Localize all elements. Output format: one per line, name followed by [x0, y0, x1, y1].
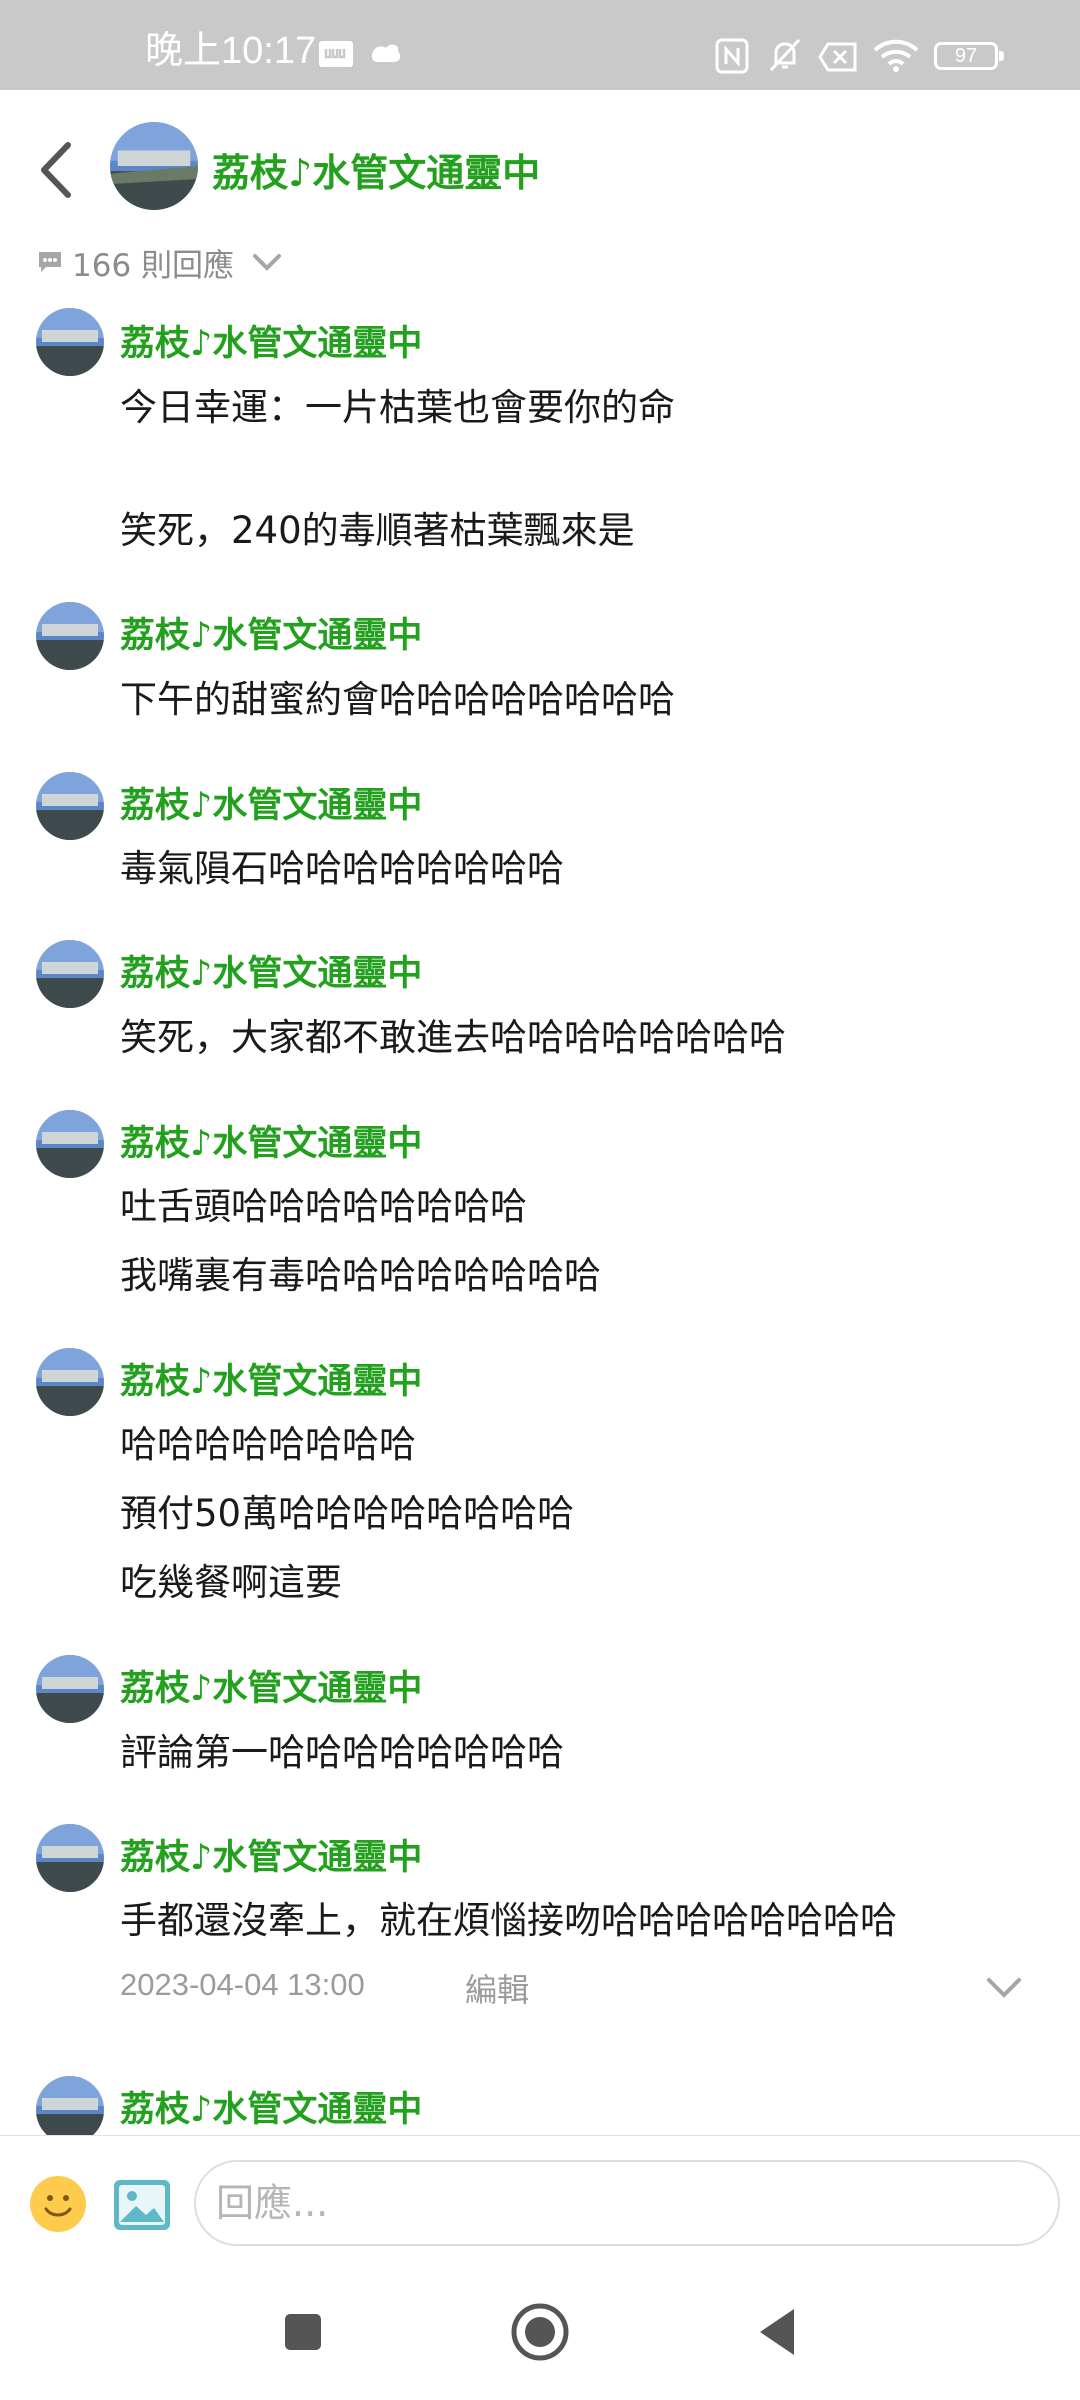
avatar-photo	[36, 1348, 104, 1416]
status-time: 晚上10:17	[145, 30, 317, 72]
edit-button[interactable]: 編輯	[465, 1965, 529, 2011]
avatar[interactable]	[36, 1824, 104, 1892]
message-author[interactable]: 荔枝♪水管文通靈中	[120, 1360, 422, 1404]
reply-count-label: 166 則回應	[72, 247, 235, 284]
message-text: 下午的甜蜜約會哈哈哈哈哈哈哈哈	[120, 678, 675, 721]
reply-count-toggle[interactable]: 166 則回應	[36, 240, 282, 284]
chevron-down-icon[interactable]	[985, 1976, 1023, 2000]
nfc-icon	[715, 38, 749, 74]
avatar[interactable]	[36, 772, 104, 840]
battery-indicator: 97	[934, 42, 1004, 70]
message-text: 評論第一哈哈哈哈哈哈哈哈	[120, 1731, 564, 1774]
message-text: 吃幾餐啊這要	[120, 1561, 342, 1604]
avatar-photo	[36, 308, 104, 376]
avatar[interactable]	[110, 122, 198, 210]
avatar-photo	[36, 1655, 104, 1723]
avatar[interactable]	[36, 1348, 104, 1416]
smiley-icon	[44, 2195, 72, 2217]
avatar[interactable]	[36, 1110, 104, 1178]
avatar[interactable]	[36, 1655, 104, 1723]
message-author[interactable]: 荔枝♪水管文通靈中	[120, 1836, 422, 1880]
wifi-icon	[873, 39, 919, 72]
message-author[interactable]: 荔枝♪水管文通靈中	[120, 952, 422, 996]
message-text: 笑死，大家都不敢進去哈哈哈哈哈哈哈哈	[120, 1016, 786, 1059]
cloud-bird-icon	[372, 44, 401, 62]
notification-app-icon	[319, 41, 353, 67]
reply-bar	[0, 2135, 1080, 2266]
message-text: 預付50萬哈哈哈哈哈哈哈哈	[120, 1492, 575, 1535]
message-text: 手都還沒牽上，就在煩惱接吻哈哈哈哈哈哈哈哈	[120, 1899, 897, 1942]
message-text: 笑死，240的毒順著枯葉飄來是	[120, 509, 635, 552]
avatar[interactable]	[36, 308, 104, 376]
message-text: 我嘴裏有毒哈哈哈哈哈哈哈哈	[120, 1254, 601, 1297]
recent-apps-button[interactable]	[268, 2297, 338, 2367]
no-sim-icon	[818, 42, 857, 72]
message-author[interactable]: 荔枝♪水管文通靈中	[120, 614, 422, 658]
message-text: 毒氣隕石哈哈哈哈哈哈哈哈	[120, 847, 564, 890]
message-author[interactable]: 荔枝♪水管文通靈中	[120, 1667, 422, 1711]
avatar-photo	[36, 602, 104, 670]
comment-bubble-icon	[39, 252, 61, 272]
message-timestamp: 2023-04-04 13:00	[120, 1967, 365, 2002]
message-author[interactable]: 荔枝♪水管文通靈中	[120, 322, 422, 366]
message-author[interactable]: 荔枝♪水管文通靈中	[120, 1122, 422, 1166]
avatar[interactable]	[36, 940, 104, 1008]
chevron-down-icon	[253, 254, 282, 271]
avatar-photo	[110, 122, 198, 210]
avatar-photo	[36, 1824, 104, 1892]
page-title: 荔枝♪水管文通靈中	[212, 151, 541, 195]
back-nav-button[interactable]	[742, 2297, 812, 2367]
emoji-button[interactable]	[30, 2176, 86, 2232]
home-button[interactable]	[505, 2297, 575, 2367]
avatar-photo	[36, 940, 104, 1008]
status-bar: 晚上10:17 97	[0, 0, 1080, 90]
avatar[interactable]	[36, 602, 104, 670]
message-author[interactable]: 荔枝♪水管文通靈中	[120, 2088, 422, 2132]
image-button[interactable]	[112, 2178, 172, 2232]
message-text: 今日幸運：一片枯葉也會要你的命	[120, 386, 675, 429]
system-nav-bar	[0, 2265, 1080, 2400]
avatar-photo	[36, 2076, 104, 2144]
avatar-photo	[36, 1110, 104, 1178]
message-text: 哈哈哈哈哈哈哈哈	[120, 1423, 416, 1466]
chat-header: 荔枝♪水管文通靈中	[0, 90, 1080, 240]
avatar[interactable]	[36, 2076, 104, 2144]
reply-input[interactable]	[194, 2160, 1060, 2246]
mute-icon	[769, 38, 801, 72]
back-button[interactable]	[30, 135, 85, 205]
avatar-photo	[36, 772, 104, 840]
message-author[interactable]: 荔枝♪水管文通靈中	[120, 784, 422, 828]
message-text: 吐舌頭哈哈哈哈哈哈哈哈	[120, 1185, 527, 1228]
